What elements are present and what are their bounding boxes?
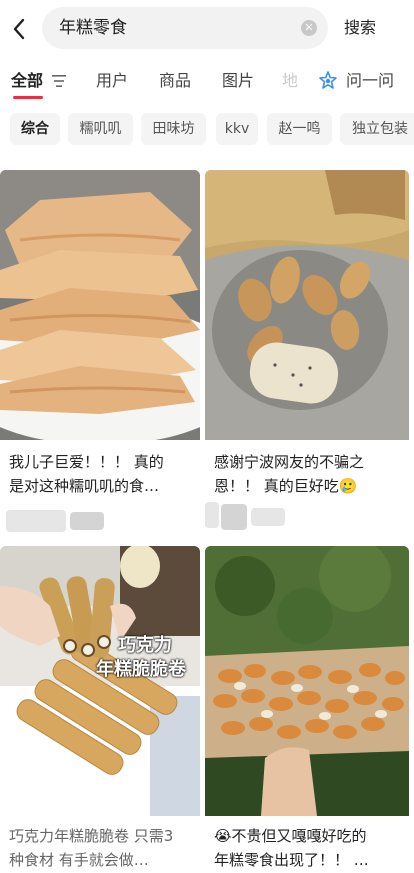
card-image bbox=[205, 170, 409, 440]
overlay-caption-line2: 年糕脆脆卷 bbox=[96, 659, 186, 680]
card-title-line2: 恩！！ 真的巨好吃🥲 bbox=[214, 477, 358, 495]
ask-icon[interactable] bbox=[318, 71, 338, 91]
tab-all[interactable]: 全部 bbox=[11, 70, 43, 92]
blurred-author bbox=[205, 502, 219, 528]
blurred-author bbox=[6, 510, 66, 532]
overlay-caption-line1: 巧克力 bbox=[118, 635, 172, 656]
chip-comprehensive[interactable]: 综合 bbox=[10, 113, 60, 145]
filter-chips: 综合 糯叽叽 田味坊 kkv 赵一鸣 独立包装 bbox=[0, 113, 414, 149]
search-header: 年糕零食 ✕ 搜索 bbox=[0, 0, 414, 58]
card-title-line1: 我儿子巨爱！！！ 真的 bbox=[9, 453, 164, 471]
feed-card[interactable]: 感谢宁波网友的不骗之 恩！！ 真的巨好吃🥲 bbox=[205, 170, 409, 542]
blurred-author bbox=[251, 508, 285, 526]
clear-icon[interactable]: ✕ bbox=[301, 20, 317, 36]
ask-button[interactable]: 问一问 bbox=[346, 70, 394, 92]
card-image bbox=[205, 546, 409, 816]
author-row bbox=[205, 500, 409, 530]
card-title: 😭不贵但又嘎嘎好吃的 年糕零食出现了！！ … bbox=[214, 824, 369, 872]
tab-products[interactable]: 商品 bbox=[159, 70, 191, 92]
card-title: 巧克力年糕脆脆卷 只需3 种食材 有手就会做… bbox=[9, 824, 173, 872]
search-button[interactable]: 搜索 bbox=[344, 17, 376, 39]
feed-card[interactable]: 😭不贵但又嘎嘎好吃的 年糕零食出现了！！ … bbox=[205, 546, 409, 873]
back-arrow-icon bbox=[13, 18, 25, 40]
tab-overflow-hint: 地 bbox=[282, 71, 299, 90]
feed-card[interactable]: 巧克力 年糕脆脆卷 巧克力年糕脆脆卷 只需3 种食材 有手就会做… bbox=[0, 546, 200, 873]
card-title-line1: 感谢宁波网友的不骗之 bbox=[214, 453, 365, 471]
search-query-text: 年糕零食 bbox=[59, 18, 127, 38]
back-button[interactable] bbox=[6, 12, 32, 46]
blurred-author bbox=[221, 504, 247, 530]
card-title-line1: 巧克力年糕脆脆卷 只需3 bbox=[9, 827, 174, 845]
active-tab-indicator bbox=[13, 96, 43, 99]
card-title-line2: 是对这种糯叽叽的食… bbox=[9, 477, 160, 495]
card-image: 巧克力 年糕脆脆卷 bbox=[0, 546, 200, 816]
card-title-line2: 种食材 有手就会做… bbox=[9, 851, 149, 869]
card-title: 我儿子巨爱！！！ 真的 是对这种糯叽叽的食… bbox=[9, 450, 164, 498]
chip-nuojiji[interactable]: 糯叽叽 bbox=[68, 113, 133, 145]
search-input[interactable]: 年糕零食 ✕ bbox=[42, 7, 328, 49]
chip-tianweifang[interactable]: 田味坊 bbox=[141, 113, 206, 145]
card-image bbox=[0, 170, 200, 440]
overlay-caption: 巧克力 年糕脆脆卷 bbox=[96, 634, 186, 682]
card-title: 感谢宁波网友的不骗之 恩！！ 真的巨好吃🥲 bbox=[214, 450, 364, 498]
feed-card[interactable]: 我儿子巨爱！！！ 真的 是对这种糯叽叽的食… bbox=[0, 170, 200, 542]
chip-individually-wrapped[interactable]: 独立包装 bbox=[340, 113, 414, 145]
blurred-author bbox=[70, 512, 104, 530]
chip-kkv[interactable]: kkv bbox=[216, 113, 258, 145]
tab-users[interactable]: 用户 bbox=[96, 70, 128, 92]
tab-images[interactable]: 图片 bbox=[222, 70, 254, 92]
filter-icon[interactable] bbox=[51, 74, 67, 88]
result-tabs: 全部 用户 商品 图片 地 问一问 bbox=[0, 58, 414, 104]
author-row bbox=[0, 506, 200, 536]
chip-zhaoyiming[interactable]: 赵一鸣 bbox=[267, 113, 332, 145]
card-title-line2: 年糕零食出现了！！ … bbox=[214, 851, 369, 869]
card-title-line1: 😭不贵但又嘎嘎好吃的 bbox=[214, 827, 367, 845]
